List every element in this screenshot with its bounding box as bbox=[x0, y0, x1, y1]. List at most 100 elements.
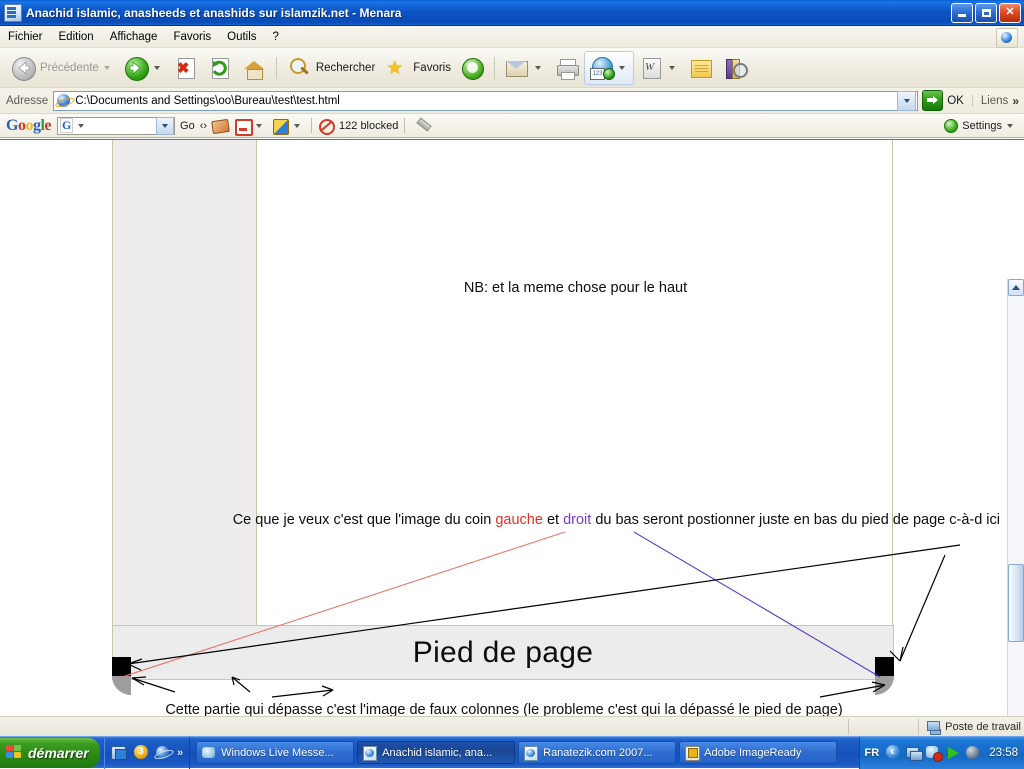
mail-button[interactable] bbox=[500, 51, 550, 85]
imageready-icon bbox=[685, 745, 701, 761]
toolbar-overflow-icon[interactable]: » bbox=[1012, 94, 1024, 108]
address-bar: Adresse C:\Documents and Settings\oo\Bur… bbox=[0, 88, 1024, 114]
menu-item-edition[interactable]: Edition bbox=[51, 29, 102, 45]
scrollbar-thumb[interactable] bbox=[1008, 564, 1024, 642]
print-icon bbox=[554, 55, 580, 81]
faux-column-left bbox=[112, 140, 257, 625]
taskbar-item-anachid[interactable]: Anachid islamic, ana... bbox=[357, 741, 516, 764]
mail-icon bbox=[504, 55, 530, 81]
forward-dropdown-caret-icon[interactable] bbox=[153, 65, 160, 70]
page-footer: Pied de page bbox=[112, 625, 894, 680]
search-button[interactable]: Rechercher bbox=[282, 51, 379, 85]
branding-logo bbox=[996, 28, 1018, 48]
popup-blocker-caret-icon[interactable] bbox=[256, 123, 263, 128]
favorites-button[interactable]: ★ Favoris bbox=[379, 51, 455, 85]
search-icon bbox=[286, 55, 312, 81]
forward-button[interactable] bbox=[119, 51, 169, 85]
close-button[interactable]: ✕ bbox=[999, 2, 1021, 23]
bottom-caption-text: Cette partie qui dépasse c'est l'image d… bbox=[165, 702, 843, 716]
internet-explorer-icon[interactable] bbox=[155, 745, 171, 761]
mail-dropdown-caret-icon[interactable] bbox=[534, 65, 541, 70]
back-dropdown-caret-icon[interactable] bbox=[103, 65, 110, 70]
scroll-up-button[interactable] bbox=[1008, 279, 1024, 296]
note-button[interactable] bbox=[684, 51, 718, 85]
messenger-dropdown-caret-icon[interactable] bbox=[618, 65, 625, 70]
corner-quarter-circle-left bbox=[112, 676, 131, 695]
taskbar-item-messenger[interactable]: Windows Live Messe... bbox=[196, 741, 355, 764]
print-button[interactable] bbox=[550, 51, 584, 85]
messenger-tray-icon[interactable] bbox=[926, 745, 944, 762]
back-button-label: Précédente bbox=[40, 61, 99, 74]
google-search-history-button[interactable] bbox=[156, 116, 175, 135]
popup-blocker-icon[interactable] bbox=[234, 118, 254, 136]
messenger-button[interactable]: 123 bbox=[583, 50, 634, 85]
scrollbar-track[interactable] bbox=[1008, 296, 1024, 716]
taskbar-item-imageready[interactable]: Adobe ImageReady bbox=[679, 741, 838, 764]
network-icon[interactable] bbox=[906, 745, 924, 761]
address-input[interactable]: C:\Documents and Settings\oo\Bureau\test… bbox=[75, 95, 897, 107]
show-hidden-icons-icon[interactable] bbox=[886, 743, 901, 760]
menu-item-outils[interactable]: Outils bbox=[219, 29, 264, 45]
media-play-icon[interactable] bbox=[946, 745, 961, 760]
google-search-input[interactable]: G bbox=[57, 116, 176, 135]
word-button[interactable]: W bbox=[634, 51, 684, 85]
google-search-mode-caret-icon[interactable] bbox=[78, 123, 85, 128]
menu-item-favoris[interactable]: Favoris bbox=[165, 29, 219, 45]
home-button[interactable] bbox=[237, 51, 271, 85]
taskbar-item-ranatezik[interactable]: Ranatezik.com 2007... bbox=[518, 741, 677, 764]
stop-button[interactable]: ✖ bbox=[169, 51, 203, 85]
refresh-icon bbox=[207, 55, 233, 81]
options-icon[interactable] bbox=[272, 118, 290, 135]
minimize-button[interactable] bbox=[951, 2, 973, 23]
refresh-button[interactable] bbox=[203, 51, 237, 85]
security-zone-label: Poste de travail bbox=[945, 720, 1021, 733]
highlight-pen-icon[interactable] bbox=[415, 118, 431, 134]
navigation-toolbar: Précédente ✖ Rechercher ★ Favoris 123 W bbox=[0, 48, 1024, 88]
corner-quarter-circle-right bbox=[875, 676, 894, 695]
security-zone[interactable]: Poste de travail bbox=[918, 718, 1021, 735]
google-search-prefix-icon: G bbox=[60, 118, 74, 133]
favorites-button-label: Favoris bbox=[413, 61, 451, 74]
language-indicator[interactable]: FR bbox=[865, 747, 880, 759]
back-button[interactable]: Précédente bbox=[6, 51, 119, 85]
corner-image-bottom-right bbox=[875, 657, 894, 695]
links-button[interactable]: Liens bbox=[971, 94, 1013, 107]
gmail-icon[interactable] bbox=[211, 118, 230, 134]
annotation-word-gauche: gauche bbox=[495, 512, 543, 528]
download-manager-icon[interactable] bbox=[133, 744, 149, 761]
browser-window: Anachid islamic, anasheeds et anashids s… bbox=[0, 0, 1024, 769]
volume-icon[interactable] bbox=[966, 745, 981, 760]
go-button[interactable]: OK bbox=[918, 90, 970, 111]
messenger-icon: 123 bbox=[588, 55, 615, 81]
vertical-scrollbar[interactable] bbox=[1007, 279, 1024, 716]
start-button[interactable]: démarrer bbox=[0, 737, 100, 768]
ie-document-icon bbox=[524, 745, 539, 761]
taskbar: démarrer » Windows Live Messe... Anachid… bbox=[0, 736, 1024, 769]
menu-item-affichage[interactable]: Affichage bbox=[102, 29, 166, 45]
blocked-count-label[interactable]: 122 blocked bbox=[339, 120, 398, 132]
google-nav-arrows[interactable]: ‹› bbox=[200, 120, 207, 132]
maximize-button[interactable] bbox=[975, 2, 997, 23]
research-button[interactable] bbox=[718, 51, 752, 85]
google-settings-button[interactable]: Settings bbox=[944, 118, 1018, 133]
quick-launch-overflow-icon[interactable]: » bbox=[177, 747, 183, 759]
media-button[interactable] bbox=[455, 51, 489, 85]
corner-image-bottom-left bbox=[112, 657, 131, 695]
address-input-container[interactable]: C:\Documents and Settings\oo\Bureau\test… bbox=[53, 90, 919, 111]
menu-item-help[interactable]: ? bbox=[265, 29, 287, 45]
google-go-button[interactable]: Go bbox=[180, 120, 195, 132]
google-settings-caret-icon[interactable] bbox=[1007, 123, 1013, 128]
note-top-text: NB: et la meme chose pour le haut bbox=[463, 280, 688, 296]
system-tray: FR 23:58 bbox=[858, 736, 1024, 769]
research-icon bbox=[722, 55, 748, 81]
web-page: NB: et la meme chose pour le haut Ce que… bbox=[0, 140, 1008, 716]
show-desktop-icon[interactable] bbox=[111, 745, 127, 761]
annotation-part-2: et bbox=[542, 512, 564, 528]
taskbar-item-label: Anachid islamic, ana... bbox=[382, 746, 493, 759]
title-bar: Anachid islamic, anasheeds et anashids s… bbox=[0, 0, 1024, 26]
address-dropdown-button[interactable] bbox=[897, 90, 917, 111]
menu-item-fichier[interactable]: Fichier bbox=[0, 29, 51, 45]
options-caret-icon[interactable] bbox=[294, 123, 301, 128]
clock[interactable]: 23:58 bbox=[989, 747, 1018, 759]
word-dropdown-caret-icon[interactable] bbox=[668, 65, 675, 70]
